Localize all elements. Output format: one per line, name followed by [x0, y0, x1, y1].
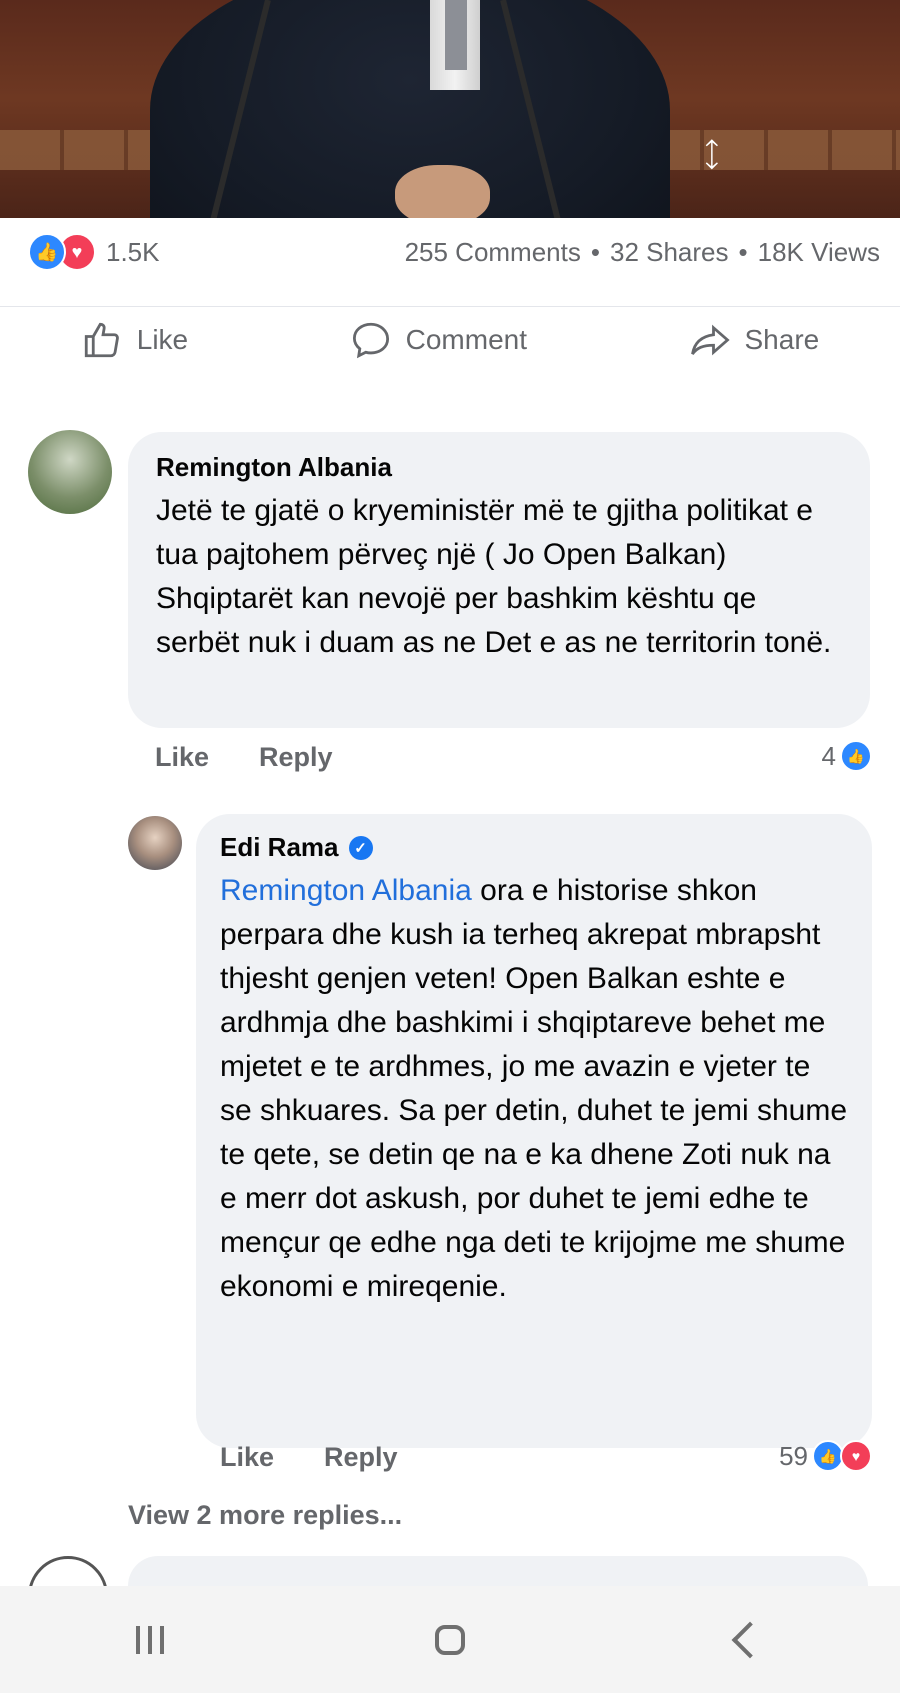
author-name[interactable]: Remington Albania [156, 452, 392, 483]
reaction-count: 59 [779, 1440, 808, 1471]
comment-reactions[interactable]: 59 👍 ♥ [779, 1440, 872, 1472]
reactions-count[interactable]: 1.5K [106, 237, 160, 268]
avatar [28, 1556, 108, 1586]
comment-button[interactable]: Comment [350, 319, 527, 361]
recents-icon [136, 1625, 164, 1654]
speech-bubble-icon [352, 322, 389, 359]
photo-tie [445, 0, 467, 70]
comment-reply-button[interactable]: Reply [324, 1442, 398, 1473]
like-reaction-icon: 👍 [28, 233, 66, 271]
like-label: Like [136, 324, 189, 355]
home-icon [435, 1624, 465, 1655]
post-action-bar: Like Comment Share [0, 306, 900, 373]
comment-author[interactable]: Edi Rama ✓ [220, 832, 848, 863]
comment-actions: Like Reply [220, 1442, 398, 1473]
post-stats: 👍 ♥ 1.5K 255 Comments • 32 Shares • 18K … [28, 230, 880, 274]
share-label: Share [744, 324, 820, 355]
reaction-icons[interactable]: 👍 ♥ [28, 233, 96, 271]
back-icon [731, 1621, 769, 1658]
system-nav-bar [0, 1586, 900, 1693]
separator: • [590, 236, 600, 267]
love-reaction-icon: ♥ [840, 1440, 872, 1472]
home-button[interactable] [390, 1600, 510, 1680]
reaction-count: 4 [821, 740, 836, 771]
comment-label: Comment [405, 324, 527, 355]
back-button[interactable] [690, 1600, 810, 1680]
comments-count[interactable]: 255 Comments [405, 237, 581, 268]
comment-bubble: Remington Albania Jetë te gjatë o kryemi… [128, 432, 870, 728]
avatar[interactable] [128, 816, 182, 870]
like-reaction-icon: 👍 [840, 740, 872, 772]
share-button[interactable]: Share [689, 319, 820, 361]
comment-reactions[interactable]: 4 👍 [822, 740, 872, 772]
comment-text: Remington Albania ora e historise shkon … [220, 869, 848, 1309]
verified-badge-icon: ✓ [348, 835, 373, 860]
comment-reply-button[interactable]: Reply [259, 742, 333, 773]
post-photo[interactable]: ⤢ [0, 0, 900, 218]
write-comment-row [0, 1556, 900, 1586]
photo-hand [395, 165, 490, 218]
shares-count[interactable]: 32 Shares [610, 237, 729, 268]
avatar[interactable] [28, 430, 112, 514]
comment-bubble: Edi Rama ✓ Remington Albania ora e histo… [196, 814, 872, 1448]
thumbs-up-icon [84, 322, 119, 358]
comment-like-button[interactable]: Like [155, 742, 209, 773]
views-count: 18K Views [757, 236, 880, 267]
comment-text: Jetë te gjatë o kryeministër më te gjith… [156, 494, 832, 659]
author-name[interactable]: Edi Rama [220, 832, 339, 863]
like-button[interactable]: Like [81, 319, 188, 361]
recents-button[interactable] [90, 1600, 210, 1680]
comment-input[interactable] [128, 1556, 868, 1586]
share-arrow-icon [690, 324, 730, 356]
separator: • [738, 236, 748, 267]
post-engagement: 255 Comments • 32 Shares • 18K Views [405, 237, 880, 268]
comment-like-button[interactable]: Like [220, 1442, 274, 1473]
comment-actions: Like Reply [155, 742, 333, 773]
comment-author[interactable]: Remington Albania [156, 452, 842, 483]
mention-link[interactable]: Remington Albania [220, 874, 472, 907]
view-more-replies-link[interactable]: View 2 more replies... [128, 1500, 402, 1531]
comment-body: ora e historise shkon perpara dhe kush i… [220, 874, 848, 1303]
